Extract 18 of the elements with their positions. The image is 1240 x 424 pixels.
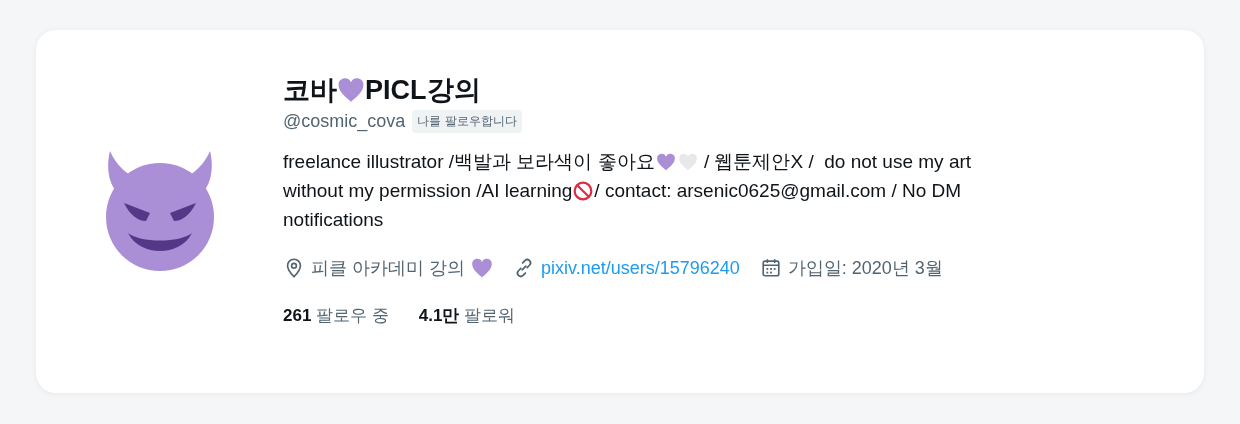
bio-text: / contact: arsenic0625@gmail.com / No DM [594, 179, 962, 203]
follow-stat-link[interactable]: 4.1만 팔로워 [418, 304, 516, 327]
heart-icon [471, 257, 493, 279]
bio-text: / 웹툰제안X / do not use my art [702, 150, 972, 174]
bio-text: notifications [283, 208, 384, 232]
heart-icon [655, 151, 676, 172]
join-date: 가입일: 2020년 3월 [787, 257, 943, 280]
bio-text: without my permission /AI learning [283, 179, 573, 203]
prohibited-icon [573, 180, 594, 201]
follow-stat-link[interactable]: 261 팔로우 중 [283, 304, 389, 327]
follows-you-badge: 나를 팔로우합니다 [412, 110, 522, 133]
user-handle: @cosmic_cova [283, 111, 406, 132]
calendar-icon [759, 257, 782, 279]
bio-text: freelance illustrator /백발과 보라색이 좋아요 [283, 150, 655, 174]
display-name: PICL강의 [365, 74, 481, 107]
location-text: 피클 아카데미 강의 [311, 257, 465, 280]
heart-icon [337, 76, 365, 104]
display-name: 코바 [283, 74, 337, 107]
